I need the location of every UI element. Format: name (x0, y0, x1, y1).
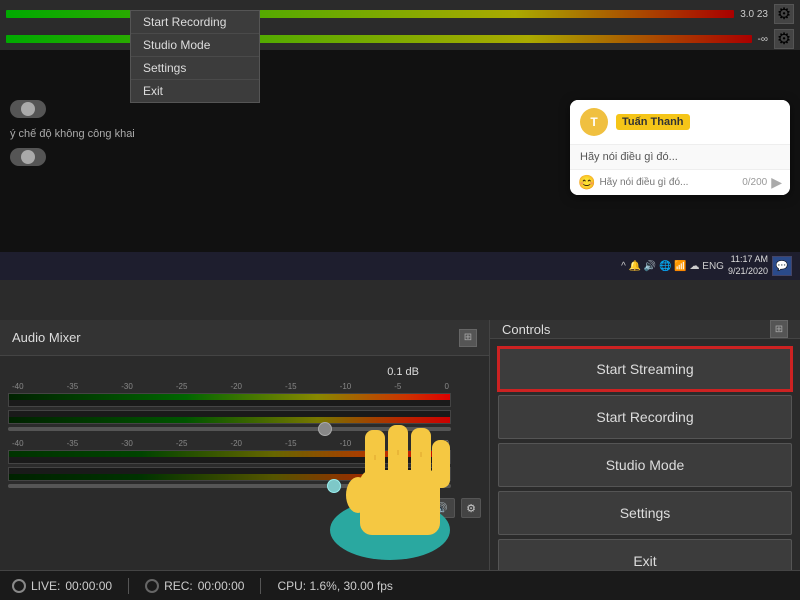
settings-icon-btn[interactable]: ⚙ (774, 4, 794, 24)
chat-input[interactable] (599, 177, 738, 188)
preview-section: 3.0 23 ⚙ -∞ ⚙ Start Recording Studio Mod… (0, 0, 800, 280)
mute-icon: 🔇 (400, 502, 414, 515)
notification-icon[interactable]: 💬 (772, 256, 792, 276)
db-value-top: 3.0 23 (740, 9, 768, 20)
menu-item-studio-mode[interactable]: Studio Mode (131, 34, 259, 57)
fader-thumb-2[interactable] (327, 479, 341, 493)
taskbar-time: 11:17 AM 9/21/2020 (728, 254, 768, 277)
emoji-button[interactable]: 😊 (578, 174, 595, 191)
live-indicator (12, 579, 26, 593)
audio-mixer-title: Audio Mixer (12, 330, 81, 345)
obs-window: 3.0 23 ⚙ -∞ ⚙ Start Recording Studio Mod… (0, 0, 800, 600)
level-indicator-top (6, 10, 734, 18)
chat-popup: T Tuấn Thanh Hãy nói điều gì đó... 😊 0/2… (570, 100, 790, 195)
start-recording-button[interactable]: Start Recording (498, 395, 792, 439)
level-fill-2 (9, 451, 450, 457)
fader-thumb-1[interactable] (318, 422, 332, 436)
start-streaming-button[interactable]: Start Streaming (498, 347, 792, 391)
chat-counter: 0/200 (742, 177, 767, 188)
status-bar: LIVE: 00:00:00 REC: 00:00:00 CPU: 1.6%, … (0, 570, 800, 600)
toggle-2[interactable] (10, 148, 46, 166)
audio-mixer-panel: Audio Mixer ⊞ 0.1 dB -40 -35 -30 -25 -20… (0, 320, 490, 570)
volume-button[interactable]: 🔊 (427, 498, 455, 518)
live-status: LIVE: 00:00:00 (12, 579, 112, 593)
preview-area: 3.0 23 ⚙ -∞ ⚙ Start Recording Studio Mod… (0, 0, 800, 280)
status-sep-1 (128, 578, 129, 594)
obs-context-menu: Start Recording Studio Mode Settings Exi… (130, 10, 260, 103)
menu-item-start-recording[interactable]: Start Recording (131, 11, 259, 34)
settings-icon-btn2[interactable]: ⚙ (774, 29, 794, 49)
chat-message: Hãy nói điều gì đó... (570, 145, 790, 169)
audio-level-bar (6, 10, 734, 18)
chat-header: T Tuấn Thanh (570, 100, 790, 145)
chat-input-area: 😊 0/200 ▶ (570, 169, 790, 195)
settings-button[interactable]: Settings (498, 491, 792, 535)
track-gear-button[interactable]: ⚙ (461, 498, 481, 518)
scale-ticks: -40 -35 -30 -25 -20 -15 -10 -5 0 (10, 382, 451, 391)
rec-time: 00:00:00 (198, 579, 245, 593)
level-meter-2b (8, 467, 451, 481)
scale-ticks-2: -40 -35 -30 -25 -20 -15 -10 -5 0 (10, 439, 451, 448)
studio-mode-button[interactable]: Studio Mode (498, 443, 792, 487)
level-fill-1 (9, 394, 450, 400)
cpu-status: CPU: 1.6%, 30.00 fps (277, 579, 392, 593)
chat-username: Tuấn Thanh (616, 114, 690, 130)
taskbar-tray: ^ 🔔 🔊 🌐 📶 ☁ ENG 11:17 AM 9/21/2020 💬 (621, 254, 792, 277)
preview-top-bar: 3.0 23 ⚙ (0, 0, 800, 28)
status-sep-2 (260, 578, 261, 594)
menu-item-settings[interactable]: Settings (131, 57, 259, 80)
mute-button[interactable]: 🔇 (393, 498, 421, 518)
live-label: LIVE: (31, 579, 60, 593)
gear-icon: ⚙ (466, 502, 476, 515)
level-meter-1 (8, 393, 451, 407)
db-readout: 0.1 dB (387, 366, 419, 378)
controls-panel: Controls ⊞ Start Streaming Start Recordi… (490, 320, 800, 570)
rec-label: REC: (164, 579, 193, 593)
chat-send-button[interactable]: ▶ (771, 174, 782, 191)
db-value-bottom: -∞ (758, 34, 768, 45)
controls-header: Controls ⊞ (490, 320, 800, 339)
level-fill-2b (9, 474, 450, 480)
fader-row-1 (8, 427, 451, 431)
audio-mixer-expand[interactable]: ⊞ (459, 329, 477, 347)
fader-track-2[interactable] (8, 484, 451, 488)
level-meter-1b (8, 410, 451, 424)
audio-track-1 (8, 393, 481, 431)
audio-mixer-header: Audio Mixer ⊞ (0, 320, 489, 356)
controls-expand[interactable]: ⊞ (770, 320, 788, 338)
fader-track-1[interactable] (8, 427, 451, 431)
controls-buttons: Start Streaming Start Recording Studio M… (490, 339, 800, 591)
chat-avatar: T (580, 108, 608, 136)
toggle-1[interactable] (10, 100, 46, 118)
tray-icons: ^ 🔔 🔊 🌐 📶 ☁ ENG (621, 261, 724, 272)
second-audio-bar: -∞ ⚙ (0, 28, 800, 50)
level-fill-1b (9, 417, 450, 423)
cpu-label: CPU: 1.6%, 30.00 fps (277, 579, 392, 593)
rec-status: REC: 00:00:00 (145, 579, 244, 593)
track-controls: 🔇 🔊 ⚙ (8, 496, 481, 520)
rec-indicator (145, 579, 159, 593)
fader-row-2 (8, 484, 451, 488)
menu-item-exit[interactable]: Exit (131, 80, 259, 102)
bottom-section: Audio Mixer ⊞ 0.1 dB -40 -35 -30 -25 -20… (0, 320, 800, 570)
volume-icon: 🔊 (434, 502, 448, 515)
live-time: 00:00:00 (65, 579, 112, 593)
level-meter-2 (8, 450, 451, 464)
controls-title: Controls (502, 322, 550, 337)
audio-track-2 (8, 450, 481, 488)
mixer-content: 0.1 dB -40 -35 -30 -25 -20 -15 -10 -5 0 (0, 356, 489, 570)
windows-taskbar: ^ 🔔 🔊 🌐 📶 ☁ ENG 11:17 AM 9/21/2020 💬 (0, 252, 800, 280)
